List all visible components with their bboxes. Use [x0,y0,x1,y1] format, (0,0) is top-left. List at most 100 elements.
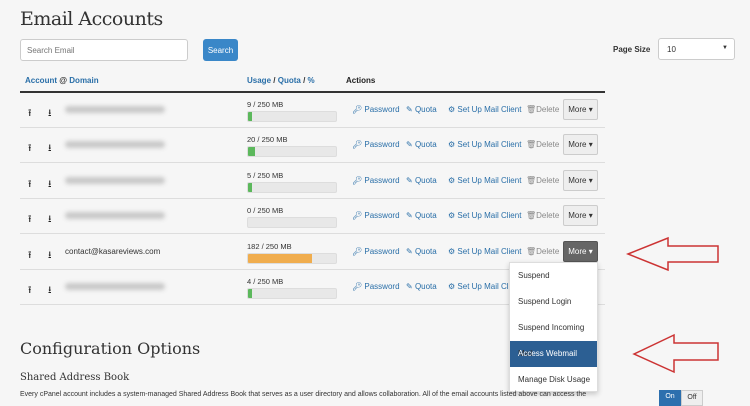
upload-icon[interactable]: ⭱ [28,177,32,194]
password-label: Password [364,246,400,256]
usage-text: 9 / 250 MB [247,100,284,109]
page-title: Email Accounts [20,8,163,30]
pencil-icon: ✎ [406,282,413,291]
gear-icon: ⚙ [448,105,456,114]
usage-bar [247,111,337,122]
more-button[interactable]: More ▾ [563,205,598,227]
sort-account[interactable]: Account [25,76,57,85]
search-input[interactable] [20,39,188,61]
password-link[interactable]: 🔑︎ Password [352,247,400,256]
download-icon[interactable]: ⭳ [48,141,52,158]
more-button[interactable]: More ▾ [563,134,598,156]
key-icon: 🔑︎ [352,211,363,221]
usage-text: 0 / 250 MB [247,206,284,216]
arrow-annotation-2 [632,333,719,374]
quota-link[interactable]: ✎ Quota [406,140,437,149]
upload-icon[interactable]: ⭱ [28,212,32,229]
download-icon[interactable]: ⭳ [48,212,52,229]
setup-label: Set Up Mail Client [457,246,522,256]
setup-label: Set Up Mail Client [457,175,522,185]
menu-item-access-webmail[interactable]: Access Webmail [510,341,597,367]
setup-mail-client-link[interactable]: ⚙ Set Up Mail Client [448,211,521,220]
download-icon[interactable]: ⭳ [48,248,52,265]
search-button[interactable]: Search [203,39,238,61]
upload-icon[interactable]: ⭱ [28,106,32,123]
password-link[interactable]: 🔑︎ Password [352,105,400,114]
password-link[interactable]: 🔑︎ Password [352,140,400,149]
quota-label: Quota [414,246,437,256]
header-account[interactable]: Account @ Domain [25,76,99,85]
quota-label: Quota [414,211,437,221]
download-icon[interactable]: ⭳ [48,283,52,300]
menu-item-suspend[interactable]: Suspend [510,263,597,289]
delete-link[interactable]: 🗑︎Delete [526,247,559,256]
download-icon[interactable]: ⭳ [48,177,52,194]
upload-icon[interactable]: ⭱ [28,248,32,265]
gear-icon: ⚙ [448,140,456,150]
menu-item-suspend-incoming[interactable]: Suspend Incoming Mail [510,315,597,358]
password-label: Password [364,105,400,114]
table-row: ⭱ ⭳ 9 / 250 MB 🔑︎ Password ✎ Quota ⚙ Set… [20,93,605,128]
page-size-label: Page Size [613,45,651,54]
at-sign: @ [59,76,68,85]
menu-item-manage-disk[interactable]: Manage Disk Usage [510,367,597,393]
quota-link[interactable]: ✎ Quota [406,105,437,114]
quota-label: Quota [414,140,437,150]
quota-link[interactable]: ✎ Quota [406,211,437,220]
more-button[interactable]: More ▾ [563,240,598,262]
usage-bar-fill [248,289,253,298]
sort-domain[interactable]: Domain [69,76,98,85]
sort-percent[interactable]: % [308,76,315,85]
setup-mail-client-link[interactable]: ⚙ Set Up Mail Client [448,176,521,185]
download-icon[interactable]: ⭳ [48,106,52,123]
usage-bar-fill [248,147,256,157]
trash-icon: 🗑︎ [526,140,537,150]
password-link[interactable]: 🔑︎ Password [352,176,400,185]
table-row: ⭱ ⭳ 20 / 250 MB 🔑︎ Password ✎ Quota ⚙ Se… [20,128,605,164]
quota-link[interactable]: ✎ Quota [406,282,437,291]
pencil-icon: ✎ [406,140,413,150]
password-link[interactable]: 🔑︎ Password [352,282,400,291]
sort-quota[interactable]: Quota [278,76,301,85]
delete-link[interactable]: 🗑︎Delete [526,105,559,114]
delete-label: Delete [536,211,560,221]
trash-icon: 🗑︎ [526,246,537,256]
toggle-on[interactable]: On [659,390,681,406]
upload-icon[interactable]: ⭱ [28,283,32,300]
delete-link[interactable]: 🗑︎Delete [526,211,559,220]
header-usage[interactable]: Usage / Quota / % [247,76,315,85]
gear-icon: ⚙ [448,282,456,291]
header-actions: Actions [346,76,376,85]
quota-link[interactable]: ✎ Quota [406,247,437,256]
delete-link[interactable]: 🗑︎Delete [526,176,559,185]
delete-label: Delete [536,246,560,256]
password-label: Password [364,140,400,150]
shared-address-book-title: Shared Address Book [20,372,130,383]
toggle-off[interactable]: Off [681,390,703,406]
menu-item-suspend-login[interactable]: Suspend Login [510,289,597,315]
key-icon: 🔑︎ [352,140,363,150]
more-button[interactable]: More ▾ [563,169,598,191]
blurred-email [65,283,165,290]
quota-label: Quota [414,105,437,114]
more-button[interactable]: More ▾ [563,99,598,120]
blurred-email [65,141,165,149]
gear-icon: ⚙ [448,211,456,221]
setup-mail-client-link[interactable]: ⚙ Set Up Mail Client [448,105,521,114]
gear-icon: ⚙ [448,246,456,256]
caret-down-icon: ▼ [722,45,728,51]
quota-link[interactable]: ✎ Quota [406,176,437,185]
sort-usage[interactable]: Usage [247,76,271,85]
slash: / [273,76,276,85]
pencil-icon: ✎ [406,211,413,221]
arrow-annotation-1 [625,236,719,272]
page-size-select[interactable]: 10 ▼ [658,38,735,60]
password-link[interactable]: 🔑︎ Password [352,211,400,220]
annotation-arrows [625,236,719,374]
usage-text: 5 / 250 MB [247,170,284,180]
upload-icon[interactable]: ⭱ [28,141,32,158]
setup-mail-client-link[interactable]: ⚙ Set Up Mail Client [448,140,521,149]
delete-link[interactable]: 🗑︎Delete [526,140,559,149]
table-row: ⭱ ⭳ 5 / 250 MB 🔑︎ Password ✎ Quota ⚙ Set… [20,164,605,199]
setup-mail-client-link[interactable]: ⚙ Set Up Mail Client [448,247,521,256]
